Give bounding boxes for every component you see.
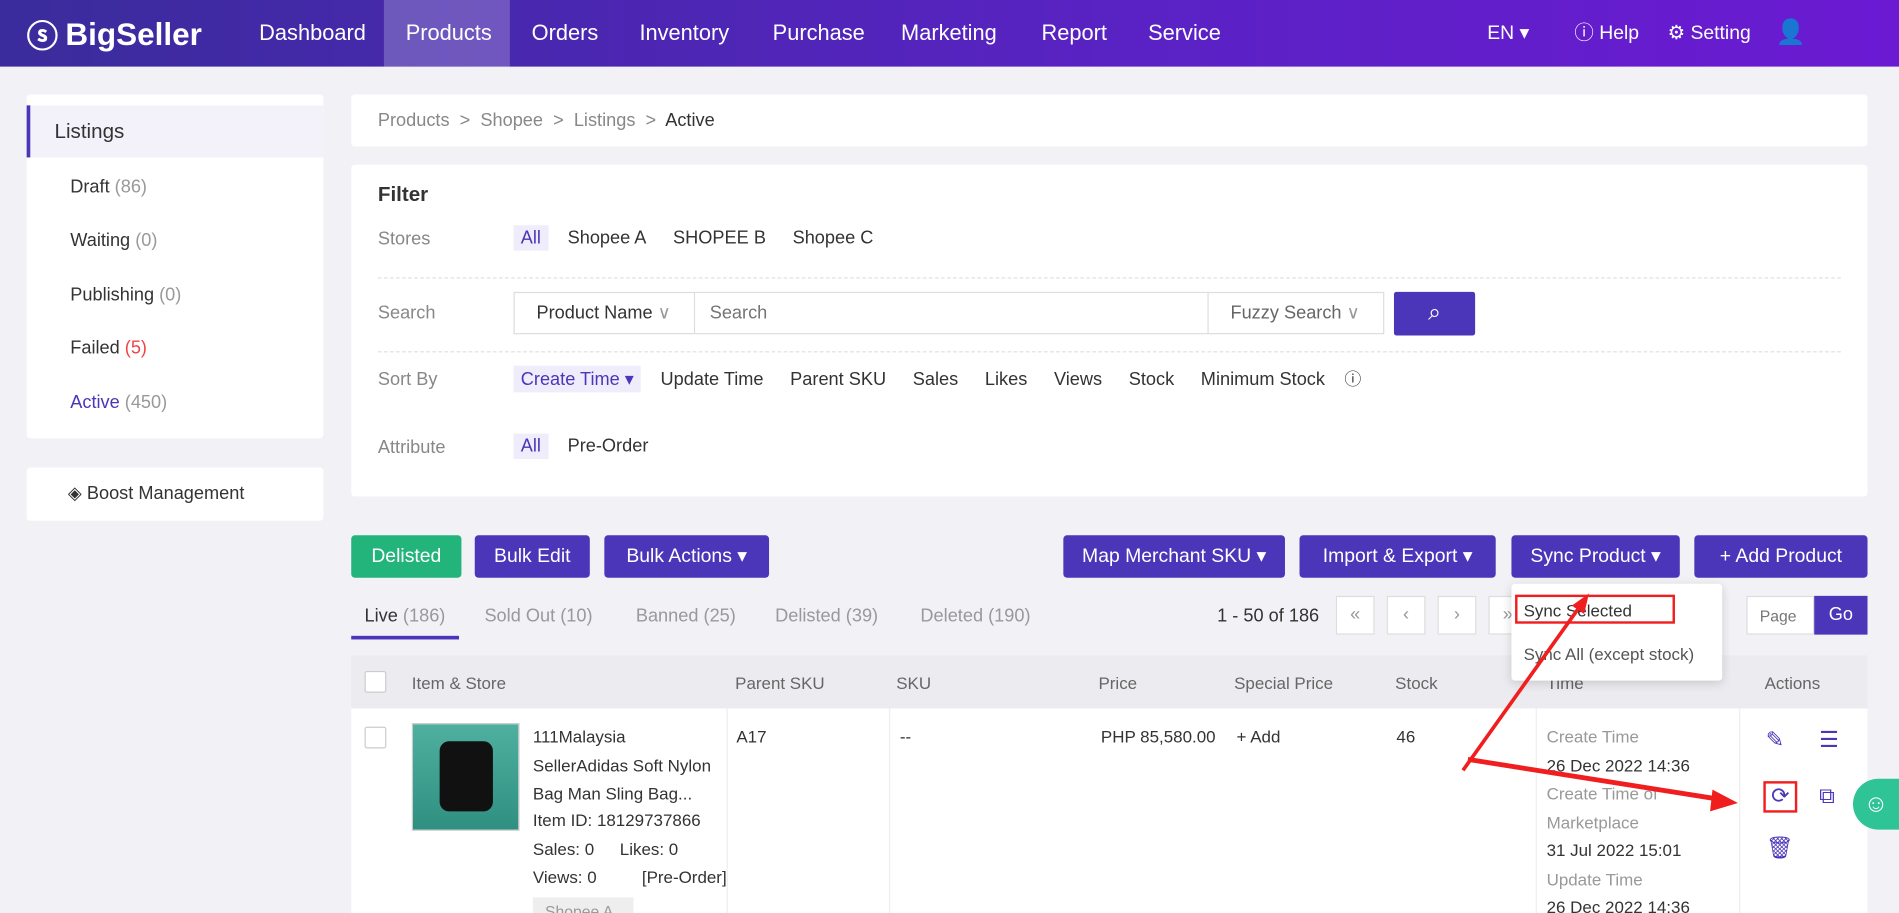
annotation-arrows <box>1461 593 1738 812</box>
page: ⓢ BigSeller Dashboard Products Orders Inv… <box>0 0 1899 913</box>
arrow-to-sync-icon <box>1467 756 1721 802</box>
arrow-to-sync-selected <box>1461 604 1582 772</box>
arrow-head <box>1710 789 1738 812</box>
